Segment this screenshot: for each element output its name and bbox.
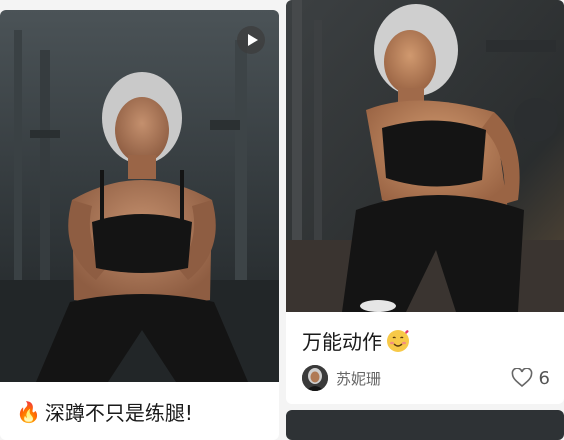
author-name[interactable]: 苏妮珊	[336, 368, 381, 389]
fire-icon: 🔥	[16, 399, 41, 424]
feed-card-squat[interactable]: 🔥 深蹲不只是练腿!	[0, 10, 279, 440]
post-title[interactable]: 万能动作	[302, 326, 410, 355]
like-button[interactable]: 6	[511, 367, 550, 389]
like-count: 6	[538, 367, 550, 389]
author-avatar[interactable]	[302, 365, 328, 391]
play-icon	[247, 34, 258, 46]
post-title-text: 万能动作	[302, 330, 382, 354]
post-title[interactable]: 🔥 深蹲不只是练腿!	[16, 397, 193, 426]
post-cover-image[interactable]	[0, 10, 279, 382]
video-play-badge[interactable]	[237, 26, 265, 54]
feed-card-next[interactable]	[286, 410, 564, 440]
smiling-face-with-hearts-icon	[386, 329, 410, 353]
author-row: 苏妮珊 6	[302, 364, 550, 392]
post-cover-image[interactable]	[286, 0, 564, 312]
post-title-text: 深蹲不只是练腿!	[44, 401, 193, 425]
heart-icon	[511, 367, 533, 388]
feed-card-universal-move[interactable]: 万能动作 苏妮珊 6	[286, 0, 564, 404]
